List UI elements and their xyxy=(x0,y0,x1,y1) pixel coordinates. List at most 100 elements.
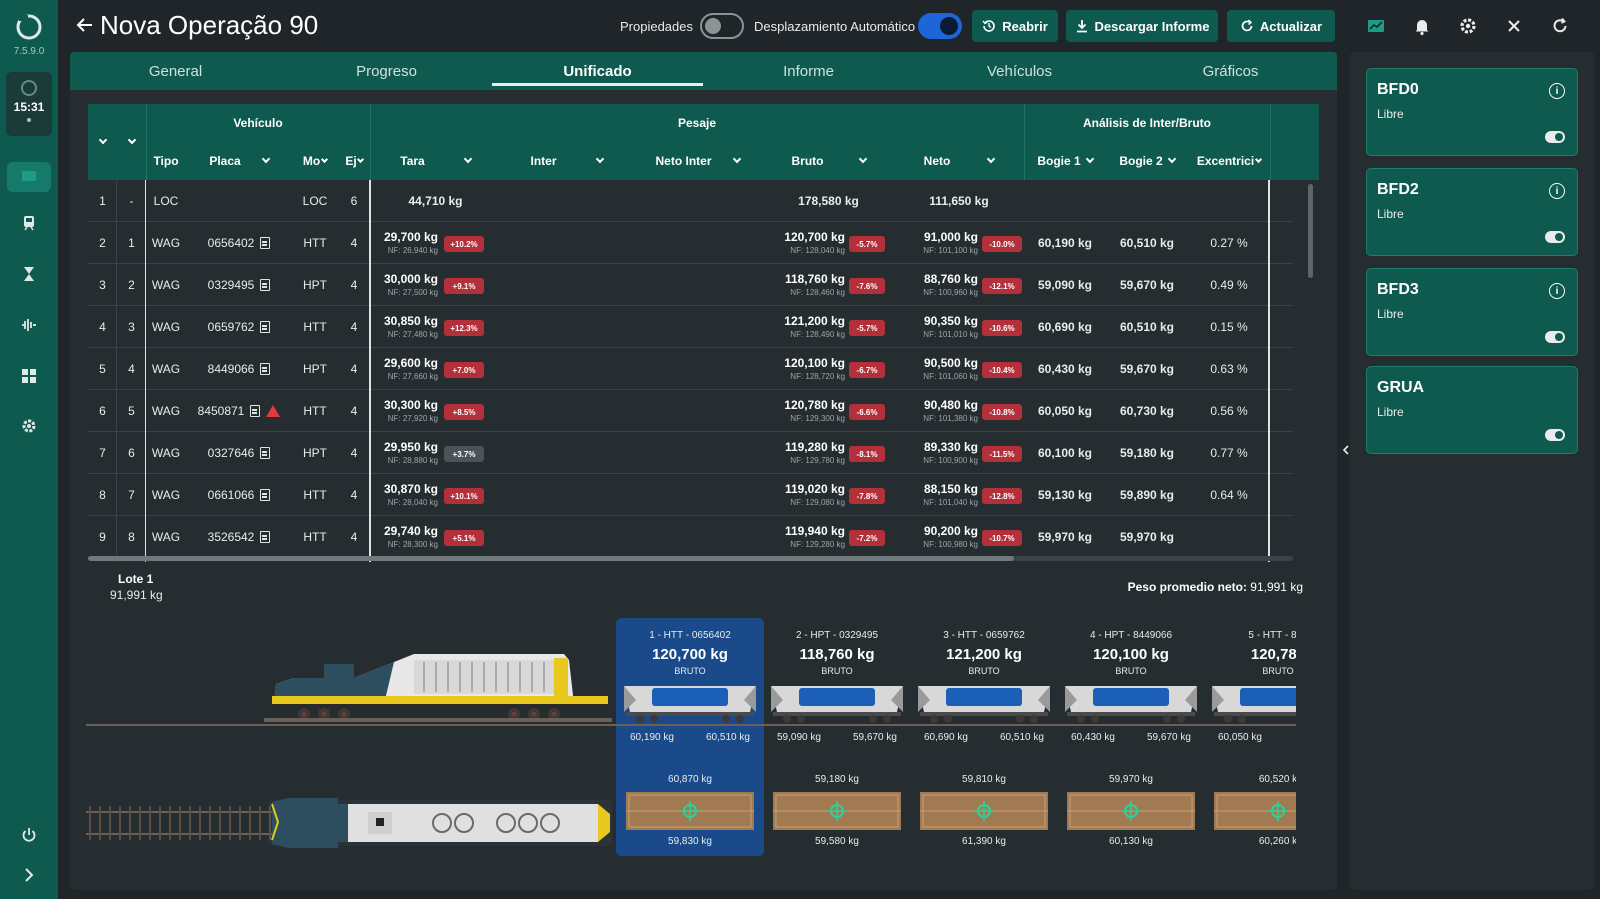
header-divider xyxy=(146,104,147,180)
table-row[interactable]: 2 1 WAG 0656402 HTT 4 29,700 kg NF: 26,940 kg… xyxy=(88,222,1293,264)
tara-delta-badge: +5.1% xyxy=(444,530,484,546)
info-icon[interactable]: i xyxy=(1549,183,1565,199)
expand-all-toggle[interactable] xyxy=(88,123,117,161)
col-bogie1[interactable]: Bogie 1 xyxy=(1024,142,1106,180)
tab-informe[interactable]: Informe xyxy=(703,52,914,90)
reabrir-button[interactable]: Reabrir xyxy=(972,10,1058,42)
tab-progreso[interactable]: Progreso xyxy=(281,52,492,90)
cell-placa[interactable]: 0656402 xyxy=(186,222,292,264)
document-icon[interactable] xyxy=(260,279,271,291)
power-button[interactable] xyxy=(7,820,51,850)
col-placa[interactable]: Placa xyxy=(186,142,292,180)
scale-card-grua[interactable]: GRUA Libre xyxy=(1366,366,1578,454)
col-tara[interactable]: Tara xyxy=(370,142,501,180)
col-neto[interactable]: Neto xyxy=(894,142,1024,180)
col-neto-inter[interactable]: Neto Inter xyxy=(632,142,763,180)
nav-scales[interactable] xyxy=(7,259,51,289)
col-tipo-label: Tipo xyxy=(153,154,179,168)
scale-card-bfd0[interactable]: BFD0 Libre i xyxy=(1366,68,1578,156)
horizontal-scrollbar-thumb[interactable] xyxy=(88,556,1014,561)
scale-switch[interactable] xyxy=(1545,429,1565,441)
tara-nf: NF: 26,940 kg xyxy=(387,246,438,255)
document-icon[interactable] xyxy=(260,531,271,543)
document-icon[interactable] xyxy=(260,363,271,375)
actualizar-button[interactable]: Actualizar xyxy=(1227,10,1335,42)
cell-placa[interactable]: 0661066 xyxy=(186,474,292,516)
cell-placa[interactable]: 0329495 xyxy=(186,264,292,306)
expand-rail-button[interactable] xyxy=(7,860,51,890)
col-excentricidad[interactable]: Excentrici xyxy=(1188,142,1270,180)
table-row[interactable]: 6 5 WAG 8450871 HTT 4 30,300 kg NF: 27,920 kg… xyxy=(88,390,1293,432)
document-icon[interactable] xyxy=(260,321,271,333)
table-row[interactable]: 9 8 WAG 3526542 HTT 4 29,740 kg NF: 28,300 kg… xyxy=(88,516,1293,558)
scale-switch[interactable] xyxy=(1545,331,1565,343)
tara-nf: NF: 28,040 kg xyxy=(387,498,438,507)
document-icon[interactable] xyxy=(250,405,261,417)
back-arrow-icon[interactable] xyxy=(74,14,96,36)
descargar-informe-button[interactable]: Descargar Informe xyxy=(1066,10,1218,42)
chart-status-icon[interactable] xyxy=(1366,16,1386,36)
horizontal-scrollbar[interactable] xyxy=(88,556,1293,561)
wagon-index: 3 xyxy=(128,320,135,334)
cell-placa[interactable]: 8449066 xyxy=(186,348,292,390)
nav-signals[interactable] xyxy=(7,310,51,340)
cell-placa[interactable]: 8450871 xyxy=(186,390,292,432)
table-row[interactable]: 4 3 WAG 0659762 HTT 4 30,850 kg NF: 27,480 kg… xyxy=(88,306,1293,348)
document-icon[interactable] xyxy=(260,447,271,459)
col-ejes[interactable]: Ej xyxy=(338,142,370,180)
document-icon[interactable] xyxy=(260,237,271,249)
vertical-scrollbar[interactable] xyxy=(1308,184,1313,278)
propiedades-toggle[interactable] xyxy=(700,13,744,39)
nav-trains[interactable] xyxy=(7,208,51,238)
scale-card-bfd2[interactable]: BFD2 Libre i xyxy=(1366,168,1578,256)
col-modelo[interactable]: Mo xyxy=(292,142,338,180)
reload-icon[interactable] xyxy=(1550,16,1570,36)
cell-bogie2: 59,970 kg xyxy=(1119,530,1175,544)
autoscroll-toggle[interactable] xyxy=(918,13,962,39)
wagon-card[interactable]: 5 - HTT - 845 120,780 BRUTO 60,050 kg 60… xyxy=(1204,618,1296,858)
wagon-card[interactable]: 1 - HTT - 0656402 120,700 kg BRUTO 60,19… xyxy=(616,618,764,858)
cell-neto: 89,330 kg NF: 100,900 kg -11.5% xyxy=(894,432,1024,474)
col-neto-inter-label: Neto Inter xyxy=(655,154,712,168)
table-row[interactable]: 7 6 WAG 0327646 HPT 4 29,950 kg NF: 28,880 kg… xyxy=(88,432,1293,474)
scale-switch[interactable] xyxy=(1545,231,1565,243)
wagon-card[interactable]: 3 - HTT - 0659762 121,200 kg BRUTO 60,69… xyxy=(910,618,1058,858)
scale-switch[interactable] xyxy=(1545,131,1565,143)
cell-placa[interactable]: 0659762 xyxy=(186,306,292,348)
settings-gear-icon[interactable] xyxy=(1458,16,1478,36)
warning-icon[interactable] xyxy=(266,405,281,417)
col-bogie2[interactable]: Bogie 2 xyxy=(1106,142,1188,180)
cell-placa[interactable]: 3526542 xyxy=(186,516,292,558)
bruto-value: 119,020 kg xyxy=(784,482,845,496)
nav-operations[interactable] xyxy=(7,162,51,192)
info-icon[interactable]: i xyxy=(1549,283,1565,299)
bruto-value: 120,100 kg xyxy=(784,356,845,370)
bruto-delta-badge: -6.6% xyxy=(849,404,885,420)
col-bruto[interactable]: Bruto xyxy=(763,142,894,180)
close-icon[interactable] xyxy=(1504,16,1524,36)
tab-general[interactable]: General xyxy=(70,52,281,90)
nav-settings[interactable] xyxy=(7,411,51,441)
wagon-card[interactable]: 2 - HPT - 0329495 118,760 kg BRUTO 59,09… xyxy=(763,618,911,858)
wagon-card[interactable]: 4 - HPT - 8449066 120,100 kg BRUTO 60,43… xyxy=(1057,618,1205,858)
tab-graficos[interactable]: Gráficos xyxy=(1125,52,1336,90)
nav-dashboard[interactable] xyxy=(7,361,51,391)
table-row[interactable]: 5 4 WAG 8449066 HPT 4 29,600 kg NF: 27,660 kg… xyxy=(88,348,1293,390)
col-tipo[interactable]: Tipo xyxy=(146,142,186,180)
table-row[interactable]: 1 - LOC LOC 6 44,710 kg 178,580 kg 111,650 kg xyxy=(88,180,1293,222)
cell-bruto: 120,100 kg NF: 128,720 kg -6.7% xyxy=(763,348,894,390)
expand-group-toggle[interactable] xyxy=(117,123,146,161)
info-icon[interactable]: i xyxy=(1549,83,1565,99)
table-row[interactable]: 8 7 WAG 0661066 HTT 4 30,870 kg NF: 28,040 kg… xyxy=(88,474,1293,516)
bell-icon[interactable] xyxy=(1412,16,1432,36)
scale-card-bfd3[interactable]: BFD3 Libre i xyxy=(1366,268,1578,356)
cell-placa[interactable]: 0327646 xyxy=(186,432,292,474)
col-inter[interactable]: Inter xyxy=(501,142,632,180)
clock-widget[interactable]: 15:31 xyxy=(6,72,52,136)
document-icon[interactable] xyxy=(260,489,271,501)
table-row[interactable]: 3 2 WAG 0329495 HPT 4 30,000 kg NF: 27,500 kg… xyxy=(88,264,1293,306)
wagon-index: 5 xyxy=(128,404,135,418)
power-icon xyxy=(22,828,36,842)
tab-vehiculos[interactable]: Vehículos xyxy=(914,52,1125,90)
tab-unificado[interactable]: Unificado xyxy=(492,52,703,90)
